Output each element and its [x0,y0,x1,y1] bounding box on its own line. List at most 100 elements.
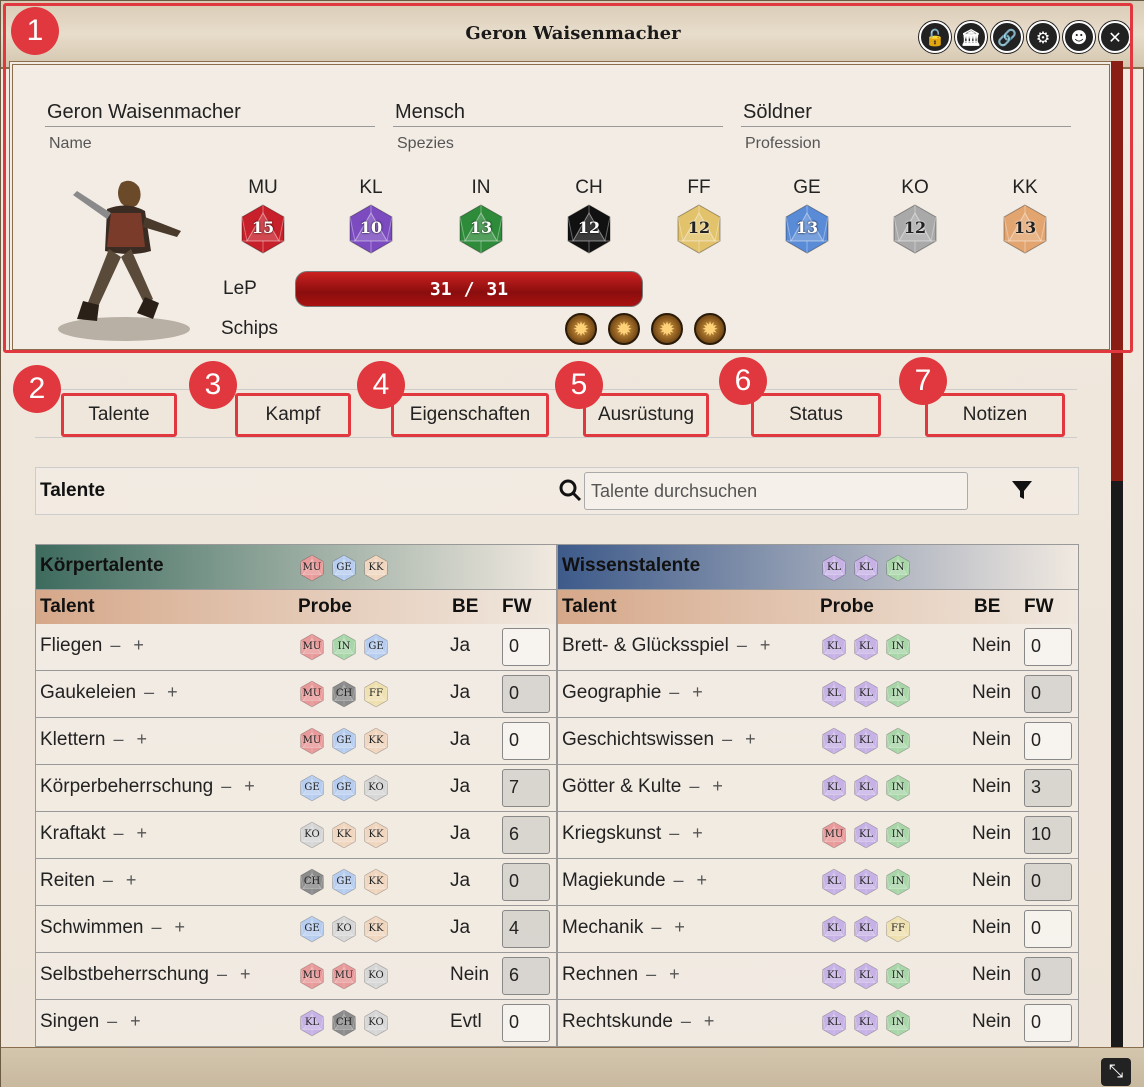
talent-row[interactable]: Selbstbeherrschung – + MU MU KO Nein 6 [35,953,557,1000]
talent-increment-decrement[interactable]: – + [217,964,255,984]
fw-input[interactable]: 0 [502,722,550,760]
talent-row[interactable]: Mechanik – + KL KL FF Nein 0 [557,906,1079,953]
probe-chips[interactable]: MU IN GE [298,633,390,661]
window-titlebar[interactable]: Geron Waisenmacher 🔓 🏛 🔗 ⚙ ☻ ✕ [1,1,1144,69]
d20-die-icon[interactable]: 13 [999,203,1051,255]
talent-name-cell[interactable]: Kraftakt – + [40,823,151,845]
profession-value[interactable]: Söldner [741,101,1071,127]
probe-chips[interactable]: KL KL IN [820,680,912,708]
talent-name[interactable]: Magiekunde [562,870,666,891]
lock-open-icon[interactable]: 🔓 [919,21,951,53]
talent-name-cell[interactable]: Brett- & Glücksspiel – + [562,635,774,657]
name-value[interactable]: Geron Waisenmacher [45,101,375,127]
talent-name-cell[interactable]: Klettern – + [40,729,151,751]
talent-row[interactable]: Rechnen – + KL KL IN Nein 0 [557,953,1079,1000]
talent-name-cell[interactable]: Gaukeleien – + [40,682,182,704]
probe-chips[interactable]: MU MU KO [298,962,390,990]
talent-row[interactable]: Götter & Kulte – + KL KL IN Nein 3 [557,765,1079,812]
talent-row[interactable]: Körperbeherrschung – + GE GE KO Ja 7 [35,765,557,812]
fw-input[interactable]: 4 [502,910,550,948]
talent-increment-decrement[interactable]: – + [151,917,189,937]
talent-name[interactable]: Körperbeherrschung [40,776,213,797]
probe-chips[interactable]: KL KL IN [820,1009,912,1037]
talent-increment-decrement[interactable]: – + [113,823,151,843]
d20-die-icon[interactable]: 15 [237,203,289,255]
talent-row[interactable]: Schwimmen – + GE KO KK Ja 4 [35,906,557,953]
talent-row[interactable]: Brett- & Glücksspiel – + KL KL IN Nein 0 [557,624,1079,671]
d20-die-icon[interactable]: 13 [455,203,507,255]
talent-name-cell[interactable]: Geographie – + [562,682,707,704]
talent-name-cell[interactable]: Reiten – + [40,870,140,892]
fw-input[interactable]: 7 [502,769,550,807]
probe-chips[interactable]: MU KL IN [820,821,912,849]
talent-name-cell[interactable]: Kriegskunst – + [562,823,707,845]
user-circle-icon[interactable]: ☻ [1063,21,1095,53]
tab-kampf[interactable]: Kampf [235,393,351,437]
talent-increment-decrement[interactable]: – + [674,870,712,890]
talent-row[interactable]: Kriegskunst – + MU KL IN Nein 10 [557,812,1079,859]
talent-increment-decrement[interactable]: – + [144,682,182,702]
talent-name[interactable]: Klettern [40,729,105,750]
fw-input[interactable]: 10 [1024,816,1072,854]
gear-icon[interactable]: ⚙ [1027,21,1059,53]
talent-name[interactable]: Singen [40,1011,99,1032]
probe-chips[interactable]: KL KL IN [820,633,912,661]
probe-chips[interactable]: KL KL IN [820,868,912,896]
talent-increment-decrement[interactable]: – + [737,635,775,655]
d20-die-icon[interactable]: 10 [345,203,397,255]
probe-chips[interactable]: KL KL FF [820,915,912,943]
bank-icon[interactable]: 🏛 [955,21,987,53]
talent-increment-decrement[interactable]: – + [221,776,259,796]
column-header-fw[interactable]: FW [502,596,532,618]
probe-chips[interactable]: MU CH FF [298,680,390,708]
talent-name-cell[interactable]: Götter & Kulte – + [562,776,727,798]
talent-row[interactable]: Klettern – + MU GE KK Ja 0 [35,718,557,765]
species-field[interactable]: Mensch Spezies [393,101,723,153]
filter-icon[interactable] [1010,478,1034,502]
talent-increment-decrement[interactable]: – + [681,1011,719,1031]
talent-name[interactable]: Brett- & Glücksspiel [562,635,729,656]
link-icon[interactable]: 🔗 [991,21,1023,53]
talent-row[interactable]: Geographie – + KL KL IN Nein 0 [557,671,1079,718]
talent-increment-decrement[interactable]: – + [651,917,689,937]
talent-name[interactable]: Kriegskunst [562,823,661,844]
fw-input[interactable]: 0 [1024,1004,1072,1042]
fw-input[interactable]: 0 [1024,675,1072,713]
tab-status[interactable]: Status [751,393,881,437]
profession-field[interactable]: Söldner Profession [741,101,1071,153]
column-header-fw[interactable]: FW [1024,596,1054,618]
d20-die-icon[interactable]: 12 [889,203,941,255]
talent-name-cell[interactable]: Geschichtswissen – + [562,729,760,751]
probe-chips[interactable]: KL KL IN [820,727,912,755]
fw-input[interactable]: 0 [1024,863,1072,901]
d20-die-icon[interactable]: 13 [781,203,833,255]
fw-input[interactable]: 6 [502,957,550,995]
fw-input[interactable]: 0 [502,1004,550,1042]
probe-chips[interactable]: CH GE KK [298,868,390,896]
tab-talente[interactable]: Talente [61,393,177,437]
schip-token-icon[interactable] [694,313,726,345]
talent-row[interactable]: Reiten – + CH GE KK Ja 0 [35,859,557,906]
talent-name-cell[interactable]: Magiekunde – + [562,870,711,892]
talent-name[interactable]: Schwimmen [40,917,143,938]
talent-name[interactable]: Fliegen [40,635,102,656]
probe-chips[interactable]: KL CH KO [298,1009,390,1037]
talent-name[interactable]: Geographie [562,682,661,703]
tab-ausruestung[interactable]: Ausrüstung [583,393,709,437]
species-value[interactable]: Mensch [393,101,723,127]
talent-increment-decrement[interactable]: – + [689,776,727,796]
talent-name-cell[interactable]: Körperbeherrschung – + [40,776,259,798]
column-header-probe[interactable]: Probe [298,596,352,618]
column-header-be[interactable]: BE [974,596,1000,618]
schip-token-icon[interactable] [565,313,597,345]
schip-token-icon[interactable] [608,313,640,345]
probe-chips[interactable]: MU GE KK [298,727,390,755]
talent-name-cell[interactable]: Rechtskunde – + [562,1011,718,1033]
talent-name-cell[interactable]: Schwimmen – + [40,917,189,939]
scrollbar[interactable] [1111,61,1123,1061]
talent-name[interactable]: Geschichtswissen [562,729,714,750]
talent-row[interactable]: Gaukeleien – + MU CH FF Ja 0 [35,671,557,718]
column-header-be[interactable]: BE [452,596,478,618]
fw-input[interactable]: 6 [502,816,550,854]
talent-increment-decrement[interactable]: – + [722,729,760,749]
